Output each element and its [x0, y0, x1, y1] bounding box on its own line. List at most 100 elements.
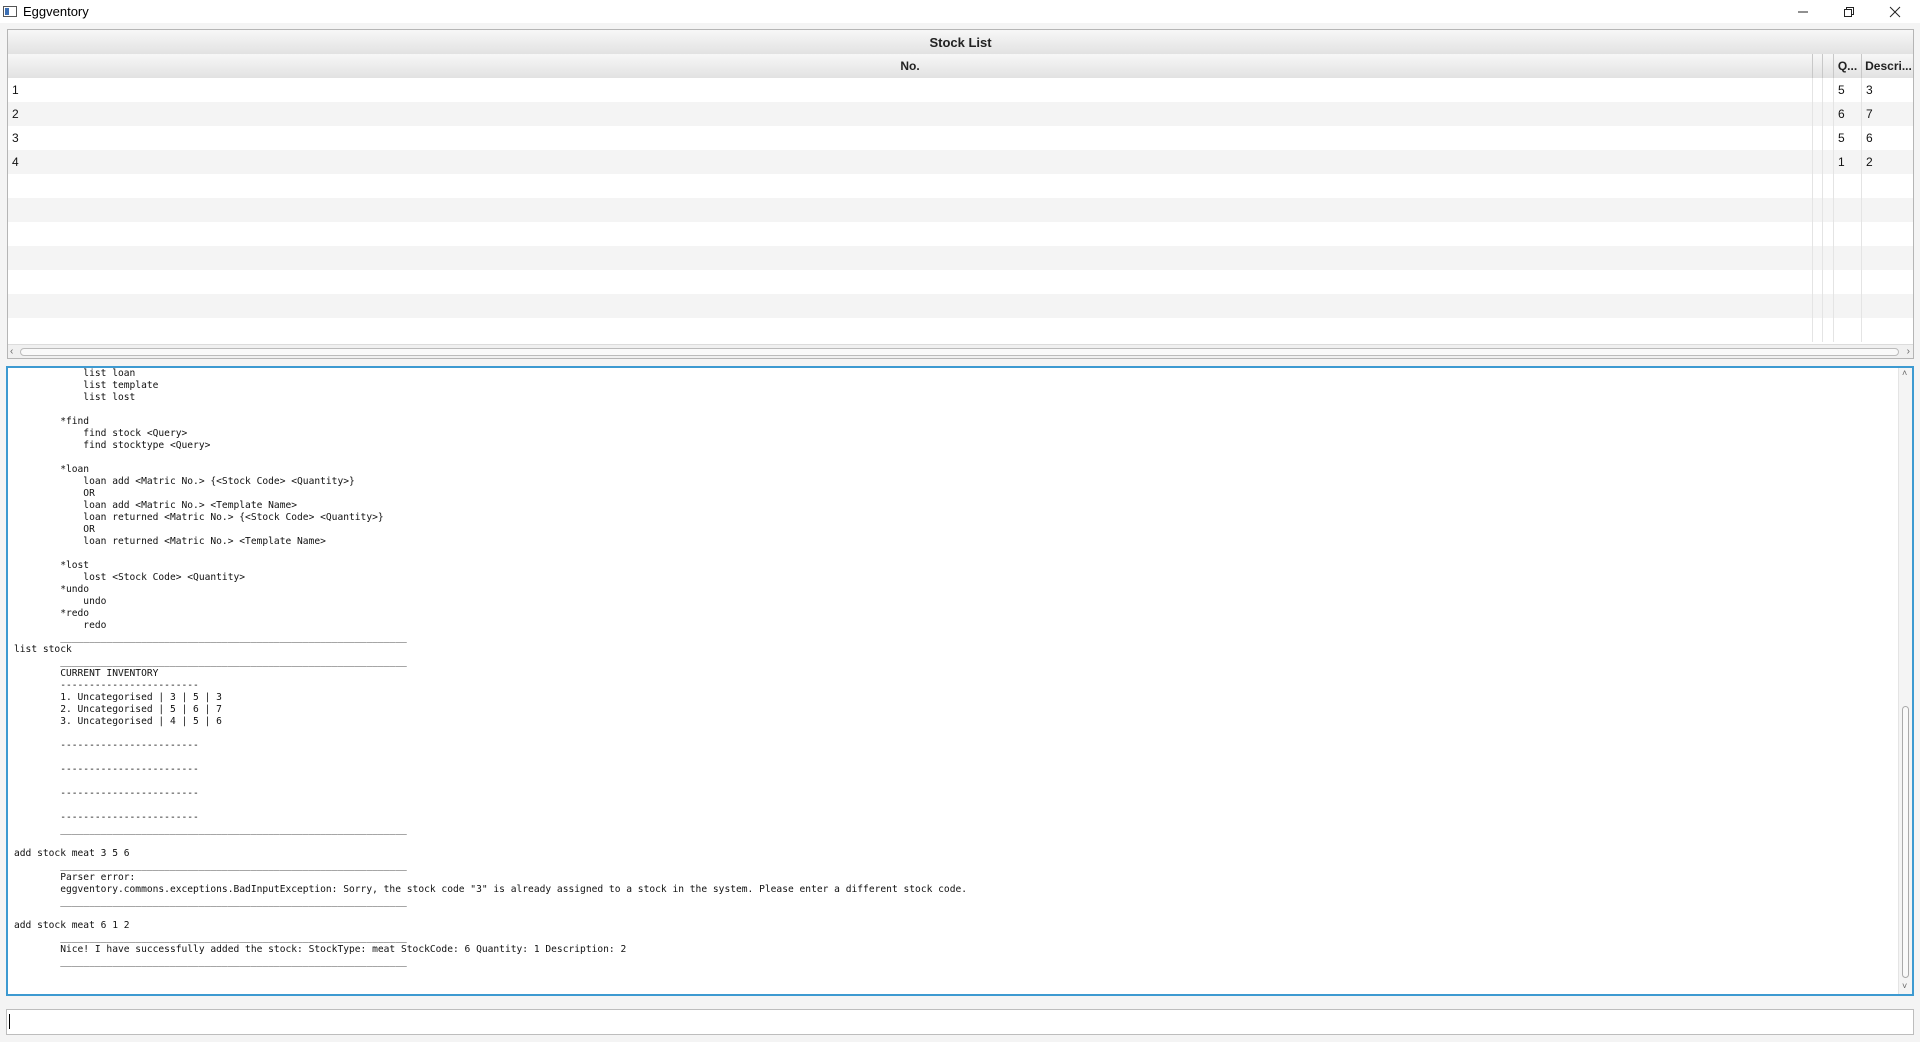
table-cell: 5 [1834, 126, 1862, 150]
console-line: OR [14, 524, 95, 535]
console-line: list template [14, 380, 159, 391]
table-cell [1834, 294, 1862, 318]
table-row[interactable] [8, 174, 1913, 198]
table-cell [8, 294, 1813, 318]
console-line: ________________________________________… [14, 824, 407, 835]
console-line: eggventory.commons.exceptions.BadInputEx… [14, 884, 968, 895]
table-cell: 7 [1862, 102, 1913, 126]
table-cell [1834, 318, 1862, 342]
restore-icon [1844, 6, 1854, 17]
close-icon [1889, 6, 1901, 17]
console-line: 2. Uncategorised | 5 | 6 | 7 [14, 704, 222, 715]
table-cell [8, 270, 1813, 294]
table-cell [1823, 102, 1834, 126]
table-cell [1813, 126, 1823, 150]
scroll-up-icon[interactable]: ˄ [1902, 368, 1907, 380]
column-header-description[interactable]: Descri... [1862, 54, 1913, 78]
console-line: find stock <Query> [14, 428, 188, 439]
console-line: loan add <Matric No.> {<Stock Code> <Qua… [14, 476, 355, 487]
console-line: 3. Uncategorised | 4 | 5 | 6 [14, 716, 222, 727]
table-cell: 1 [1834, 150, 1862, 174]
console-line: add stock meat 6 1 2 [14, 920, 130, 931]
table-cell [8, 246, 1813, 270]
column-header-quantity[interactable]: Q... [1834, 54, 1862, 78]
table-cell: 2 [1862, 150, 1913, 174]
table-cell [1813, 246, 1823, 270]
table-row[interactable]: 356 [8, 126, 1913, 150]
console-line: list lost [14, 392, 136, 403]
console-line: ________________________________________… [14, 932, 407, 943]
table-cell [1823, 246, 1834, 270]
table-title: Stock List [8, 30, 1913, 55]
table-cell [1813, 222, 1823, 246]
command-input[interactable] [6, 1009, 1914, 1035]
table-row[interactable] [8, 318, 1913, 342]
console-line: loan returned <Matric No.> <Template Nam… [14, 536, 326, 547]
console-line: CURRENT INVENTORY [14, 668, 159, 679]
table-cell [8, 174, 1813, 198]
horizontal-scrollbar[interactable]: ‹ › [8, 344, 1913, 358]
table-cell [1813, 294, 1823, 318]
scrollbar-thumb[interactable] [20, 348, 1899, 356]
table-body: 153267356412 [8, 78, 1913, 350]
table-cell [1813, 318, 1823, 342]
table-row[interactable]: 153 [8, 78, 1913, 102]
table-cell [8, 222, 1813, 246]
window-title: Eggventory [23, 4, 89, 19]
table-cell [1862, 270, 1913, 294]
scroll-down-icon[interactable]: ˅ [1902, 980, 1907, 993]
table-row[interactable]: 412 [8, 150, 1913, 174]
console-line: ------------------------ [14, 788, 199, 799]
console-line: ------------------------ [14, 764, 199, 775]
console-line: add stock meat 3 5 6 [14, 848, 130, 859]
table-cell [1823, 126, 1834, 150]
table-cell [8, 318, 1813, 342]
table-cell: 6 [1834, 102, 1862, 126]
console-line: redo [14, 620, 107, 631]
console-output[interactable]: list loan list template list lost *find … [6, 366, 1914, 996]
table-cell [1834, 270, 1862, 294]
console-line: ------------------------ [14, 680, 199, 691]
table-cell: 3 [1862, 78, 1913, 102]
table-row[interactable] [8, 222, 1913, 246]
table-row[interactable] [8, 294, 1913, 318]
table-row[interactable] [8, 270, 1913, 294]
table-cell [1813, 78, 1823, 102]
scrollbar-thumb[interactable] [1902, 706, 1909, 978]
close-button[interactable] [1872, 0, 1918, 23]
console-line: *find [14, 416, 90, 427]
table-cell [1823, 318, 1834, 342]
column-header-2[interactable] [1813, 54, 1823, 78]
table-cell [1823, 174, 1834, 198]
table-cell [1862, 246, 1913, 270]
minimize-button[interactable] [1780, 0, 1826, 23]
console-line: list stock [14, 644, 72, 655]
restore-button[interactable] [1826, 0, 1872, 23]
console-line: ________________________________________… [14, 632, 407, 643]
table-cell [8, 198, 1813, 222]
scroll-left-icon[interactable]: ‹ [10, 345, 13, 358]
console-line: *undo [14, 584, 90, 595]
table-row[interactable] [8, 246, 1913, 270]
console-line: list loan [14, 368, 136, 379]
stock-table[interactable]: Stock List No. Q... Descri... 1532673564… [7, 29, 1914, 359]
table-cell [1813, 198, 1823, 222]
table-cell [1813, 270, 1823, 294]
scroll-right-icon[interactable]: › [1907, 345, 1910, 358]
column-header-3[interactable] [1823, 54, 1834, 78]
table-row[interactable]: 267 [8, 102, 1913, 126]
vertical-scrollbar[interactable]: ˄ ˅ [1898, 368, 1912, 994]
console-line: loan add <Matric No.> <Template Name> [14, 500, 298, 511]
minimize-icon [1798, 11, 1808, 12]
table-cell [1834, 198, 1862, 222]
console-line: ________________________________________… [14, 956, 407, 967]
table-cell [1862, 318, 1913, 342]
table-row[interactable] [8, 198, 1913, 222]
table-cell [1862, 222, 1913, 246]
column-header-no[interactable]: No. [8, 54, 1813, 78]
